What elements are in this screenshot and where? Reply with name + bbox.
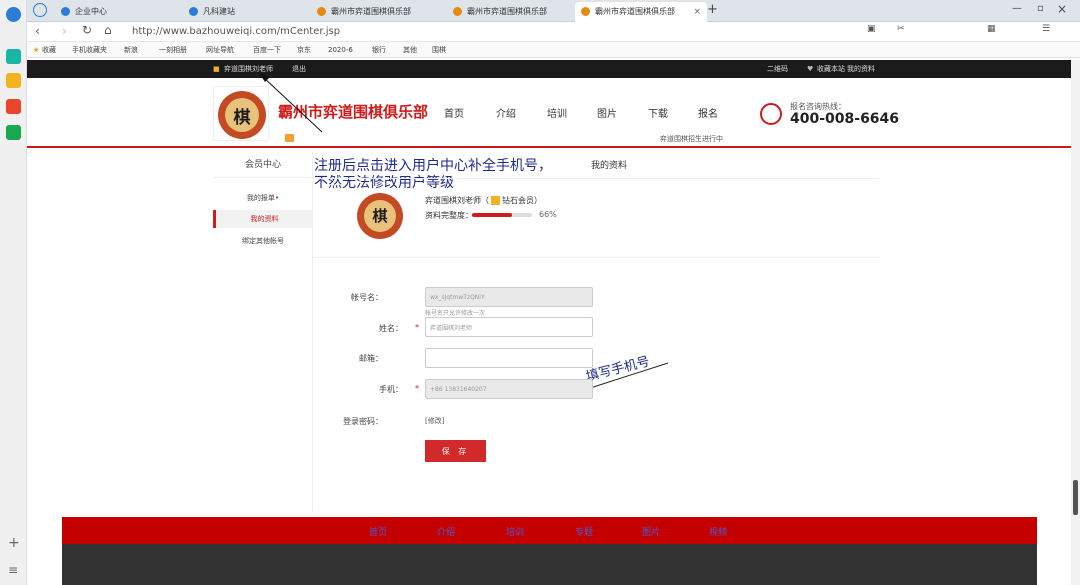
completeness-percent: 66%	[539, 210, 557, 219]
name-input[interactable]	[425, 317, 593, 337]
footer-nav: 首页 介绍 培训 专题 图片 视频	[62, 517, 1037, 544]
account-hint: 帐号名只允许修改一次	[425, 310, 486, 317]
account-input[interactable]	[425, 287, 593, 307]
panel-title: 我的资料	[591, 161, 628, 171]
page-scrollbar[interactable]	[1071, 60, 1080, 585]
member-level: 钻石会员	[502, 196, 534, 205]
scrollbar-thumb[interactable]	[1073, 480, 1078, 515]
email-input[interactable]	[425, 348, 593, 368]
phone-label: 手机：	[379, 385, 403, 394]
footer-nav-photos[interactable]: 图片	[642, 525, 660, 538]
save-button[interactable]: 保 存	[425, 440, 486, 462]
profile-username: 弈道围棋刘老师（ 钻石会员）	[425, 196, 542, 205]
password-label: 登录密码：	[343, 417, 383, 426]
phone-input[interactable]	[425, 379, 593, 399]
completeness-bar	[472, 213, 532, 217]
footer-nav-training[interactable]: 培训	[506, 525, 524, 538]
completeness-label: 资料完整度：	[425, 211, 473, 220]
footer-bottom	[62, 544, 1037, 585]
account-label: 帐号名：	[351, 293, 383, 302]
footer-nav-videos[interactable]: 视频	[709, 525, 727, 538]
email-label: 邮箱：	[359, 354, 383, 363]
name-label: 姓名：	[379, 324, 403, 333]
diamond-icon	[491, 196, 500, 205]
footer-nav-intro[interactable]: 介绍	[437, 525, 455, 538]
footer-nav-home[interactable]: 首页	[369, 525, 387, 538]
footer-nav-topics[interactable]: 专题	[575, 525, 593, 538]
change-password-link[interactable]: [修改]	[425, 416, 444, 426]
user-avatar: 棋	[357, 193, 403, 239]
